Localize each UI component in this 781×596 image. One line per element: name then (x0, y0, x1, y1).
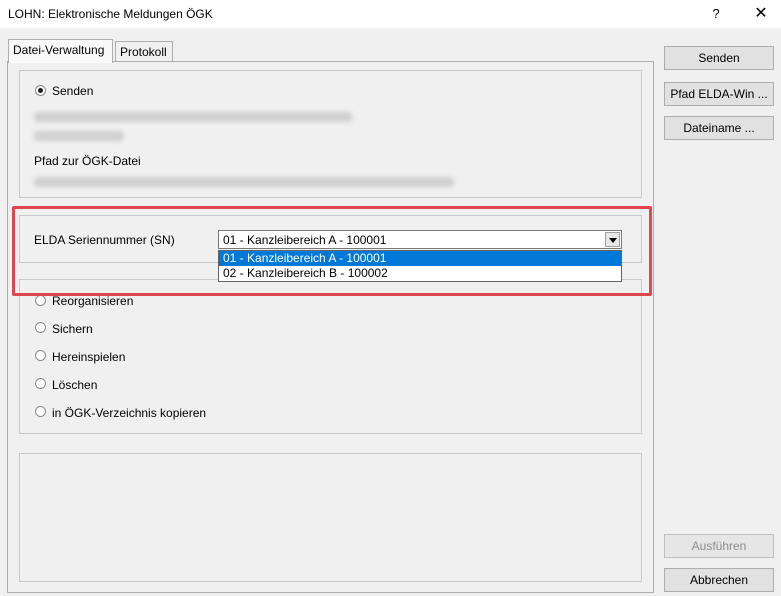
chevron-down-icon[interactable] (605, 232, 620, 247)
tab-label: Datei-Verwaltung (13, 43, 105, 57)
tab-datei-verwaltung[interactable]: Datei-Verwaltung (8, 39, 113, 63)
dropdown-option[interactable]: 02 - Kanzleibereich B - 100002 (219, 266, 621, 281)
elda-label: ELDA Seriennummer (SN) (34, 233, 175, 247)
dateiname-button[interactable]: Dateiname ... (664, 116, 774, 140)
dropdown-option[interactable]: 01 - Kanzleibereich A - 100001 (219, 251, 621, 266)
tab-label: Protokoll (120, 45, 167, 59)
close-icon[interactable]: ✕ (746, 0, 776, 28)
ausfuehren-button[interactable]: Ausführen (664, 534, 774, 558)
tab-protokoll[interactable]: Protokoll (115, 41, 173, 63)
reorganisieren-label: Reorganisieren (52, 294, 134, 308)
redacted-info-line (34, 131, 124, 141)
sichern-radio[interactable] (35, 322, 46, 333)
senden-radio-label: Senden (52, 84, 94, 98)
elda-selected-value: 01 - Kanzleibereich A - 100001 (223, 233, 387, 247)
elda-select[interactable]: 01 - Kanzleibereich A - 100001 (218, 230, 622, 249)
output-area (19, 453, 642, 582)
kopieren-radio[interactable] (35, 406, 46, 417)
senden-radio[interactable] (35, 85, 46, 96)
redacted-path-value (34, 177, 454, 187)
sichern-label: Sichern (52, 322, 93, 336)
reorganisieren-radio[interactable] (35, 295, 46, 306)
hereinspielen-radio[interactable] (35, 350, 46, 361)
loeschen-label: Löschen (52, 378, 98, 392)
senden-button[interactable]: Senden (664, 46, 774, 70)
window-title: LOHN: Elektronische Meldungen ÖGK (8, 7, 213, 21)
kopieren-label: in ÖGK-Verzeichnis kopieren (52, 406, 207, 420)
elda-dropdown-list: 01 - Kanzleibereich A - 100001 02 - Kanz… (218, 250, 622, 282)
path-label: Pfad zur ÖGK-Datei (34, 154, 141, 168)
abbrechen-button[interactable]: Abbrechen (664, 568, 774, 592)
loeschen-radio[interactable] (35, 378, 46, 389)
title-bar: LOHN: Elektronische Meldungen ÖGK ? ✕ (0, 0, 781, 28)
pfad-elda-button[interactable]: Pfad ELDA-Win ... (664, 82, 774, 106)
help-icon[interactable]: ? (702, 0, 730, 28)
hereinspielen-label: Hereinspielen (52, 350, 126, 364)
redacted-info-line (34, 112, 352, 122)
